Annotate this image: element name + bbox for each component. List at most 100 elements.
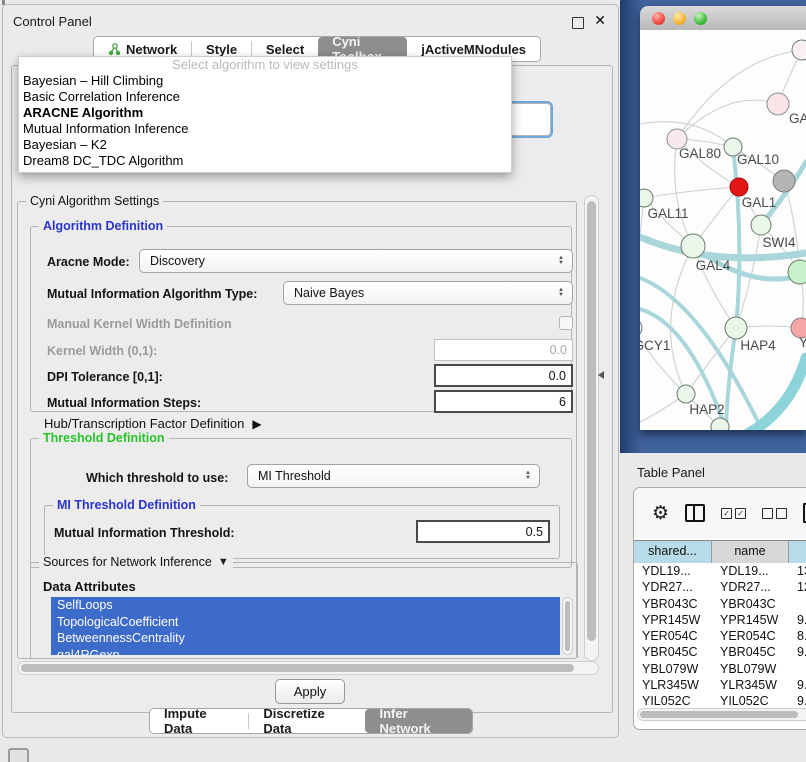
attributes-scrollbar[interactable] bbox=[562, 597, 573, 655]
table-row[interactable]: YPR145WYPR145W9. bbox=[634, 612, 806, 628]
network-node[interactable] bbox=[751, 215, 771, 235]
bottom-tab-infer-network[interactable]: Infer Network bbox=[365, 709, 472, 733]
mi-threshold-label: Mutual Information Threshold: bbox=[54, 526, 235, 540]
mi-algorithm-type-select[interactable]: Naive Bayes ▲▼ bbox=[283, 281, 573, 305]
mi-steps-field[interactable] bbox=[434, 390, 573, 413]
table-cell: YBL079W bbox=[712, 661, 789, 677]
table-cell: 13 bbox=[789, 563, 806, 579]
network-node[interactable] bbox=[767, 93, 789, 115]
algorithm-option[interactable]: Basic Correlation Inference bbox=[19, 89, 511, 105]
algorithm-dropdown-popup: Select algorithm to view settings Bayesi… bbox=[18, 56, 512, 173]
algorithm-option[interactable]: Mutual Information Inference bbox=[19, 121, 511, 137]
collapsed-panel-icon[interactable] bbox=[8, 748, 29, 762]
tab-label: Impute Data bbox=[164, 708, 234, 734]
table-cell: YBR045C bbox=[712, 644, 789, 660]
data-attributes-list[interactable]: SelfLoopsTopologicalCoefficientBetweenne… bbox=[51, 597, 560, 655]
table-header-row: shared...name bbox=[634, 540, 806, 562]
mi-threshold-field[interactable] bbox=[416, 520, 550, 543]
columns-icon[interactable] bbox=[685, 504, 705, 522]
threshold-definition-title: Threshold Definition bbox=[39, 431, 169, 445]
minimize-traffic-light-icon[interactable] bbox=[673, 12, 686, 25]
bottom-tab-impute-data[interactable]: Impute Data bbox=[150, 709, 248, 733]
table-row[interactable]: YBR043CYBR043C bbox=[634, 596, 806, 612]
float-window-icon[interactable] bbox=[572, 17, 584, 29]
settings-horizontal-scrollbar[interactable] bbox=[17, 661, 599, 675]
apply-button[interactable]: Apply bbox=[275, 679, 345, 704]
network-node[interactable] bbox=[640, 189, 653, 207]
network-node[interactable] bbox=[730, 178, 748, 196]
bottom-tab-bar: Impute Data Discretize DataInfer Network bbox=[149, 708, 473, 734]
table-cell: 9. bbox=[789, 677, 806, 693]
settings-horizontal-scrollbar-thumb[interactable] bbox=[21, 664, 574, 672]
table-row[interactable]: YER054CYER054C8. bbox=[634, 628, 806, 644]
table-panel: ⚙ ✓✓ shared...name YDL19...YDL19...13YDR… bbox=[633, 487, 806, 730]
table-cell: YPR145W bbox=[634, 612, 712, 628]
close-icon[interactable]: ✕ bbox=[594, 12, 606, 29]
network-node[interactable] bbox=[725, 317, 747, 339]
network-window-titlebar[interactable] bbox=[640, 6, 806, 31]
table-row[interactable]: YBL079WYBL079W bbox=[634, 661, 806, 677]
chevron-down-icon: ▼ bbox=[218, 556, 229, 568]
close-traffic-light-icon[interactable] bbox=[652, 12, 665, 25]
table-row[interactable]: YBR045CYBR045C9. bbox=[634, 644, 806, 660]
table-row[interactable]: YDL19...YDL19...13 bbox=[634, 563, 806, 579]
network-node[interactable] bbox=[677, 385, 695, 403]
column-header[interactable]: shared... bbox=[634, 541, 712, 563]
network-node-label: SWI4 bbox=[762, 235, 795, 250]
control-panel-title: Control Panel bbox=[13, 14, 92, 29]
table-row[interactable]: YLR345WYLR345W9. bbox=[634, 677, 806, 693]
gear-icon[interactable]: ⚙ bbox=[652, 504, 669, 523]
network-edge[interactable] bbox=[644, 187, 739, 198]
kernel-width-field[interactable] bbox=[434, 339, 573, 361]
table-row[interactable]: YDR27...YDR27...12 bbox=[634, 579, 806, 595]
aracne-mode-select[interactable]: Discovery ▲▼ bbox=[139, 249, 573, 273]
settings-vertical-scrollbar-thumb[interactable] bbox=[587, 201, 596, 641]
manual-kernel-width-checkbox[interactable] bbox=[559, 316, 573, 330]
data-attributes-label: Data Attributes bbox=[43, 579, 136, 594]
network-edge[interactable] bbox=[677, 100, 778, 139]
bottom-tab-discretize-data[interactable]: Discretize Data bbox=[249, 709, 365, 733]
mi-threshold-group-title: MI Threshold Definition bbox=[53, 498, 200, 512]
column-header[interactable]: name bbox=[712, 541, 789, 563]
settings-vertical-scrollbar[interactable] bbox=[584, 195, 599, 661]
algorithm-option[interactable]: Bayesian – K2 bbox=[19, 137, 511, 153]
algorithm-option[interactable]: Bayesian – Hill Climbing bbox=[19, 73, 511, 89]
splitter-arrow-icon[interactable] bbox=[598, 371, 604, 379]
which-threshold-select[interactable]: MI Threshold ▲▼ bbox=[247, 464, 540, 488]
dpi-tolerance-field[interactable] bbox=[434, 364, 573, 387]
checked-boxes-icon[interactable]: ✓✓ bbox=[721, 508, 746, 519]
network-node[interactable] bbox=[788, 260, 806, 284]
attribute-item[interactable]: gal4RGexp bbox=[51, 647, 560, 656]
attributes-scrollbar-thumb[interactable] bbox=[565, 601, 570, 651]
sources-group-title-wrap[interactable]: Sources for Network Inference ▼ bbox=[39, 555, 233, 569]
network-edge[interactable] bbox=[733, 147, 739, 328]
attribute-item[interactable]: BetweennessCentrality bbox=[51, 630, 560, 647]
network-graph[interactable]: GALGAL80GAL10GAL1GAL11GAL4SWI4GCY1HAP4YH… bbox=[640, 30, 806, 430]
algorithm-option[interactable]: Dream8 DC_TDC Algorithm bbox=[19, 153, 511, 169]
network-node[interactable] bbox=[640, 319, 642, 337]
network-canvas[interactable]: GALGAL80GAL10GAL1GAL11GAL4SWI4GCY1HAP4YH… bbox=[640, 30, 806, 430]
which-threshold-label: Which threshold to use: bbox=[86, 471, 228, 485]
network-edge[interactable] bbox=[744, 358, 806, 430]
spinner-arrows-icon: ▲▼ bbox=[558, 288, 564, 298]
table-cell bbox=[789, 661, 806, 677]
hub-definition-toggle[interactable]: Hub/Transcription Factor Definition ▶ bbox=[44, 416, 262, 431]
network-edge[interactable] bbox=[671, 246, 693, 394]
hub-definition-label: Hub/Transcription Factor Definition bbox=[44, 416, 244, 431]
table-cell: YDL19... bbox=[634, 563, 712, 579]
mi-threshold-group: MI Threshold Definition Mutual Informati… bbox=[44, 505, 560, 559]
network-node[interactable] bbox=[773, 170, 795, 192]
table-horizontal-scrollbar-thumb[interactable] bbox=[640, 711, 798, 718]
zoom-traffic-light-icon[interactable] bbox=[694, 12, 707, 25]
network-node[interactable] bbox=[792, 40, 806, 60]
algorithm-option[interactable]: ARACNE Algorithm bbox=[19, 105, 511, 121]
table-cell: 12 bbox=[789, 579, 806, 595]
unchecked-boxes-icon[interactable] bbox=[762, 508, 787, 519]
network-window[interactable]: GALGAL80GAL10GAL1GAL11GAL4SWI4GCY1HAP4YH… bbox=[640, 6, 806, 430]
network-node[interactable] bbox=[681, 234, 705, 258]
table-horizontal-scrollbar[interactable] bbox=[637, 708, 806, 721]
column-header[interactable] bbox=[789, 541, 806, 563]
table-cell: YBR043C bbox=[634, 596, 712, 612]
attribute-item[interactable]: SelfLoops bbox=[51, 597, 560, 614]
attribute-item[interactable]: TopologicalCoefficient bbox=[51, 614, 560, 631]
